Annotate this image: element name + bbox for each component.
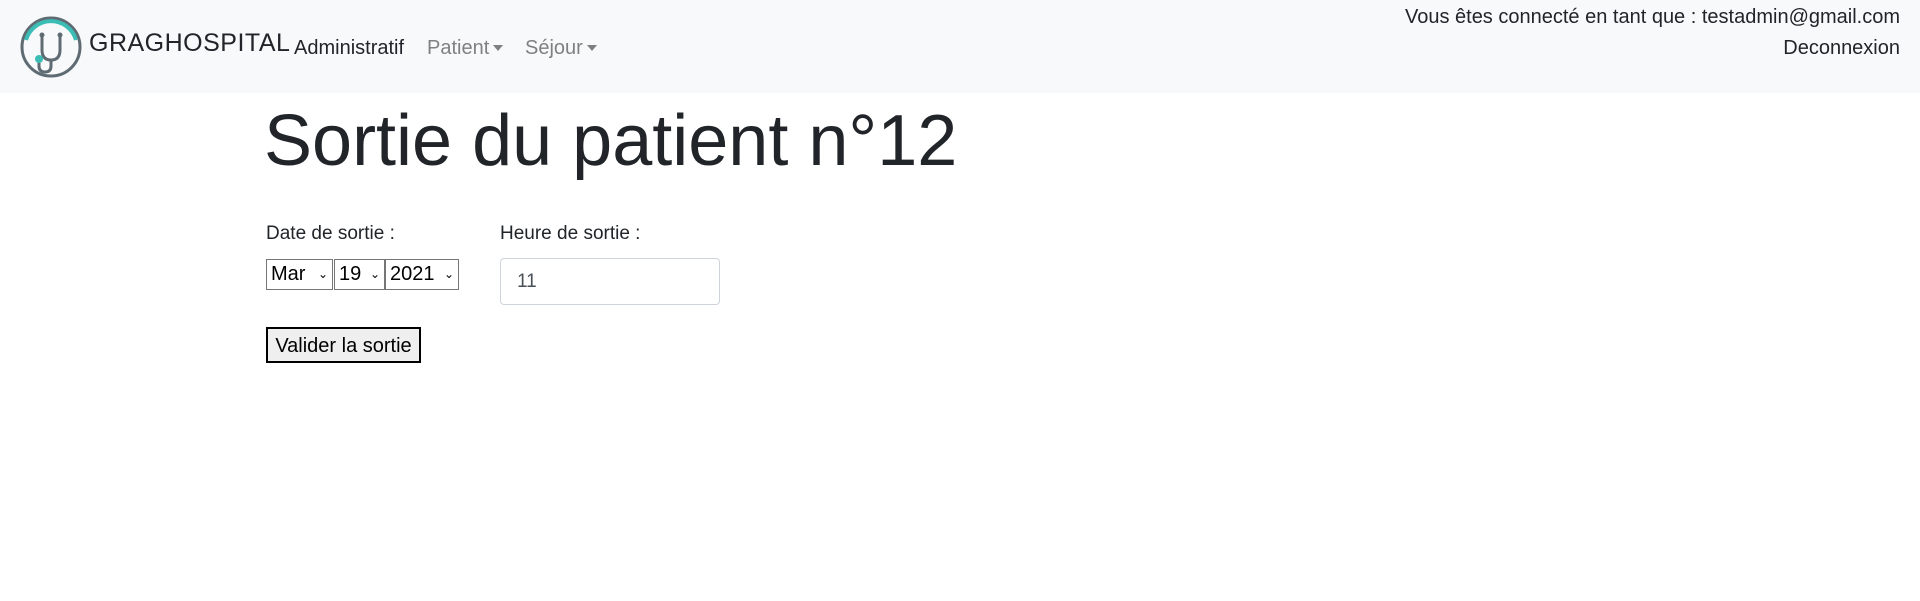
month-select-value: Mar <box>271 263 306 285</box>
heure-input[interactable]: 11 <box>500 258 720 305</box>
month-select[interactable]: Mar ⌄ <box>266 259 333 290</box>
caret-down-icon <box>586 45 597 51</box>
caret-down-icon <box>493 45 504 51</box>
logout-link[interactable]: Deconnexion <box>1783 34 1900 62</box>
brand[interactable]: GRAGHOSPITAL <box>20 16 290 78</box>
day-select[interactable]: 19 ⌄ <box>334 259 385 290</box>
date-label: Date de sortie : <box>266 223 395 244</box>
chevron-down-icon: ⌄ <box>443 267 454 281</box>
nav-link-administratif[interactable]: Administratif <box>294 34 404 62</box>
nav-dropdown-patient-label: Patient <box>427 37 490 59</box>
chevron-down-icon: ⌄ <box>317 267 328 281</box>
user-info: Vous êtes connecté en tant que : testadm… <box>1404 6 1900 28</box>
navbar: GRAGHOSPITAL Administratif Patient Séjou… <box>0 0 1920 93</box>
nav-dropdown-patient[interactable]: Patient <box>427 34 504 62</box>
chevron-down-icon: ⌄ <box>369 267 380 281</box>
year-select[interactable]: 2021 ⌄ <box>385 259 459 290</box>
stethoscope-logo-icon <box>20 16 82 78</box>
valider-sortie-button[interactable]: Valider la sortie <box>266 327 421 363</box>
nav-dropdown-sejour-label: Séjour <box>525 37 583 59</box>
brand-name: GRAGHOSPITAL <box>89 28 291 57</box>
heure-label: Heure de sortie : <box>500 223 641 244</box>
year-select-value: 2021 <box>390 263 435 285</box>
day-select-value: 19 <box>339 263 362 285</box>
page-title: Sortie du patient n°12 <box>264 101 958 181</box>
nav-dropdown-sejour[interactable]: Séjour <box>525 34 597 62</box>
